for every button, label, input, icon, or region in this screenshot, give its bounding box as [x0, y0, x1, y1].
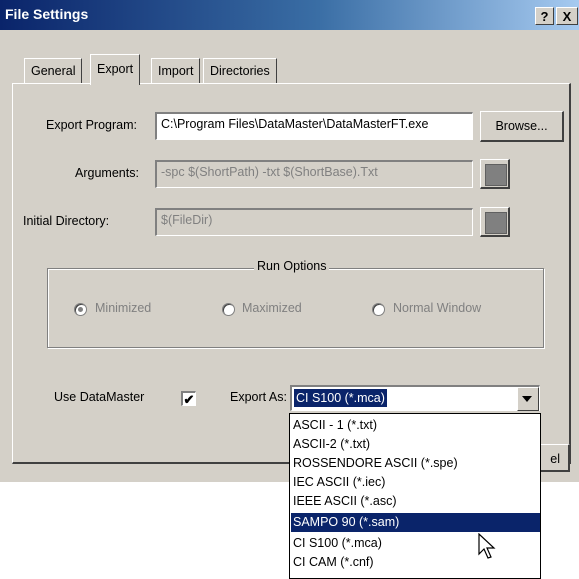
dropdown-option[interactable]: IEEE ASCII (*.asc) — [291, 492, 540, 511]
export-program-label: Export Program: — [46, 118, 138, 132]
initial-directory-label: Initial Directory: — [23, 214, 110, 228]
export-as-label: Export As: — [230, 390, 287, 404]
dropdown-option[interactable]: IEC ASCII (*.iec) — [291, 473, 540, 492]
file-settings-dialog: File Settings ? X General Export Import … — [0, 0, 579, 482]
dropdown-option[interactable]: ASCII - 1 (*.txt) — [291, 416, 540, 435]
browse-button[interactable]: Browse... — [480, 111, 564, 142]
use-datamaster-label: Use DataMaster — [54, 390, 145, 404]
arguments-field[interactable]: -spc $(ShortPath) -txt $(ShortBase).Txt — [155, 160, 473, 188]
use-datamaster-checkbox[interactable]: ✔ — [181, 391, 196, 406]
checkmark-icon: ✔ — [183, 392, 195, 407]
radio-minimized-label: Minimized — [95, 301, 152, 315]
dropdown-option[interactable]: ROSSENDORE ASCII (*.spe) — [291, 454, 540, 473]
export-program-field[interactable]: C:\Program Files\DataMaster\DataMasterFT… — [155, 112, 473, 140]
radio-maximized-label: Maximized — [242, 301, 302, 315]
macro-icon — [485, 212, 507, 234]
dropdown-option[interactable]: CI S100 (*.mca) — [291, 534, 540, 553]
mouse-pointer-icon — [478, 533, 496, 559]
cancel-button-label: el — [550, 452, 560, 466]
export-as-select[interactable]: CI S100 (*.mca) — [290, 385, 540, 411]
radio-normal-window-label: Normal Window — [393, 301, 482, 315]
arguments-macro-button[interactable] — [480, 159, 510, 189]
export-as-selected-value: CI S100 (*.mca) — [293, 388, 388, 408]
export-as-dropdown-list[interactable]: ASCII - 1 (*.txt) ASCII-2 (*.txt) ROSSEN… — [289, 413, 541, 579]
dropdown-option-highlighted[interactable]: SAMPO 90 (*.sam) — [291, 513, 540, 532]
initial-directory-macro-button[interactable] — [480, 207, 510, 237]
tab-export[interactable]: Export — [90, 54, 141, 85]
tab-directories[interactable]: Directories — [203, 58, 277, 84]
radio-normal-window[interactable] — [372, 303, 385, 316]
run-options-title: Run Options — [254, 259, 330, 273]
dropdown-arrow-button[interactable] — [517, 387, 539, 411]
tab-general[interactable]: General — [24, 58, 83, 84]
initial-directory-field[interactable]: $(FileDir) — [155, 208, 473, 236]
tab-import[interactable]: Import — [151, 58, 201, 84]
macro-icon — [485, 164, 507, 186]
title-bar[interactable]: File Settings — [0, 0, 579, 30]
dropdown-option[interactable]: CI CAM (*.cnf) — [291, 553, 540, 572]
radio-selected-dot — [78, 307, 83, 312]
chevron-down-icon — [522, 396, 532, 402]
radio-maximized[interactable] — [222, 303, 235, 316]
window-title: File Settings — [5, 6, 89, 22]
help-button[interactable]: ? — [535, 7, 554, 25]
dropdown-option[interactable]: ASCII-2 (*.txt) — [291, 435, 540, 454]
radio-minimized[interactable] — [74, 303, 87, 316]
close-button[interactable]: X — [556, 7, 578, 25]
arguments-label: Arguments: — [75, 166, 139, 180]
